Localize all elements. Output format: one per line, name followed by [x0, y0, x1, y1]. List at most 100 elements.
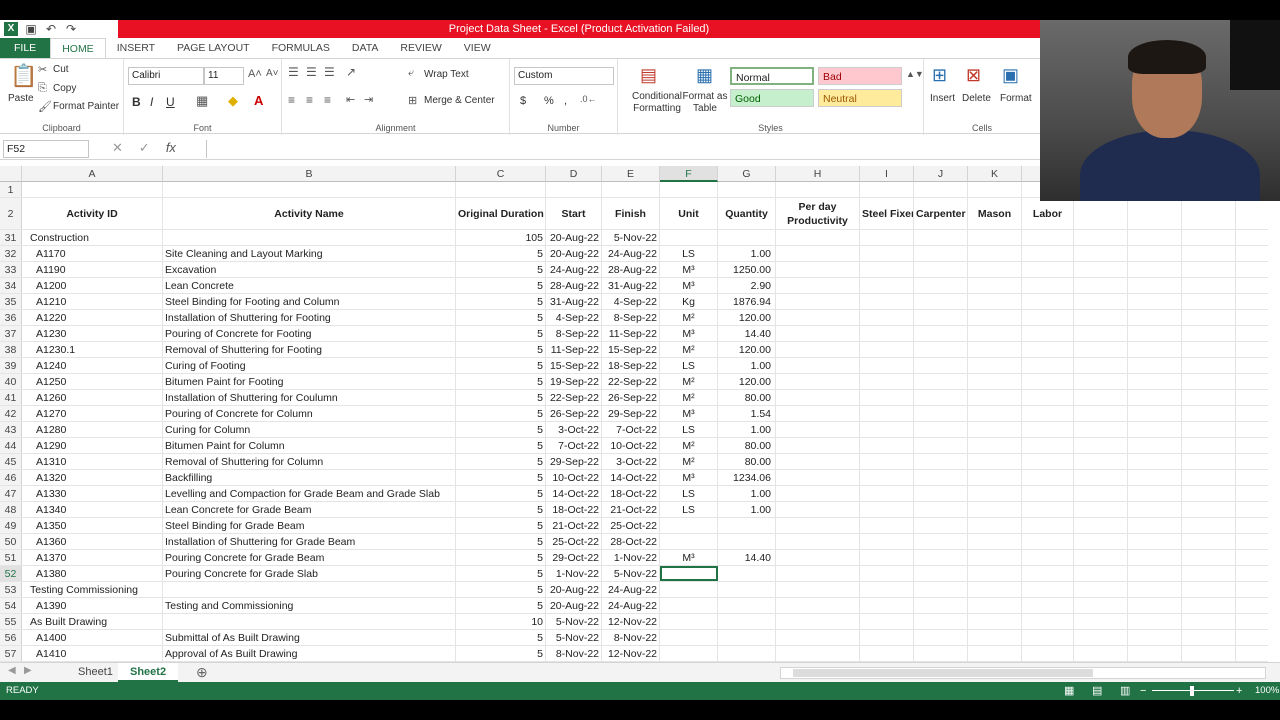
column-title[interactable]: Steel Fixer — [860, 198, 914, 229]
cell[interactable] — [968, 278, 1022, 293]
cell-qty[interactable]: 120.00 — [718, 310, 776, 325]
column-title[interactable]: Original Duration — [456, 198, 546, 229]
cell[interactable] — [1128, 390, 1182, 405]
cell-finish[interactable]: 10-Oct-22 — [602, 438, 660, 453]
cell[interactable] — [1128, 438, 1182, 453]
cell-start[interactable]: 22-Sep-22 — [546, 390, 602, 405]
column-header-k[interactable]: K — [968, 166, 1022, 182]
cell[interactable] — [776, 310, 860, 325]
cell-unit[interactable]: M² — [660, 438, 718, 453]
cell[interactable] — [1022, 310, 1074, 325]
cell[interactable] — [968, 294, 1022, 309]
column-header-d[interactable]: D — [546, 166, 602, 182]
cell[interactable] — [860, 230, 914, 245]
delete-button[interactable]: Delete — [962, 93, 991, 104]
cell[interactable] — [1074, 582, 1128, 597]
paste-button[interactable]: Paste — [8, 93, 34, 104]
cell-dur[interactable]: 10 — [456, 614, 546, 629]
cell[interactable] — [968, 358, 1022, 373]
cell[interactable] — [1128, 454, 1182, 469]
cell[interactable] — [1128, 646, 1182, 661]
cell-qty[interactable]: 1.00 — [718, 502, 776, 517]
cell[interactable] — [1182, 566, 1236, 581]
cell[interactable] — [1074, 310, 1128, 325]
cell-id[interactable]: As Built Drawing — [22, 614, 163, 629]
cell-id[interactable]: Testing Commissioning — [22, 582, 163, 597]
cell-id[interactable]: A1200 — [22, 278, 163, 293]
cell[interactable] — [1022, 326, 1074, 341]
row-header[interactable]: 35 — [0, 294, 22, 309]
cell[interactable] — [1182, 390, 1236, 405]
cell-name[interactable] — [163, 230, 456, 245]
column-title[interactable]: Activity Name — [163, 198, 456, 229]
cell[interactable] — [1074, 358, 1128, 373]
align-center-icon[interactable]: ≡ — [306, 93, 313, 107]
cell-start[interactable]: 28-Aug-22 — [546, 278, 602, 293]
tab-page-layout[interactable]: PAGE LAYOUT — [166, 38, 261, 58]
cell[interactable] — [1182, 550, 1236, 565]
row-header[interactable]: 50 — [0, 534, 22, 549]
cell[interactable] — [1074, 502, 1128, 517]
cell[interactable] — [1182, 646, 1236, 661]
number-format-select[interactable]: Custom — [514, 67, 614, 85]
conditional-formatting-button[interactable]: Conditional Formatting — [624, 91, 690, 115]
style-neutral[interactable]: Neutral — [818, 89, 902, 107]
cell-start[interactable]: 5-Nov-22 — [546, 614, 602, 629]
cell[interactable] — [1182, 582, 1236, 597]
cell-id[interactable]: A1210 — [22, 294, 163, 309]
styles-scroll-icon[interactable]: ▲▼ — [906, 69, 924, 79]
cell[interactable] — [968, 310, 1022, 325]
font-color-icon[interactable]: A — [254, 93, 263, 108]
cell-dur[interactable]: 5 — [456, 358, 546, 373]
cell-start[interactable]: 7-Oct-22 — [546, 438, 602, 453]
cell[interactable] — [1074, 438, 1128, 453]
column-header-c[interactable]: C — [456, 166, 546, 182]
cell[interactable] — [860, 246, 914, 261]
cell[interactable] — [1128, 470, 1182, 485]
shrink-font-icon[interactable]: A˅ — [266, 68, 279, 79]
cell-id[interactable]: A1410 — [22, 646, 163, 661]
style-bad[interactable]: Bad — [818, 67, 902, 85]
cell[interactable] — [1022, 566, 1074, 581]
cell[interactable] — [718, 182, 776, 197]
cell-dur[interactable]: 5 — [456, 534, 546, 549]
cell[interactable] — [1022, 342, 1074, 357]
cell[interactable] — [860, 614, 914, 629]
cell[interactable] — [1074, 470, 1128, 485]
cell[interactable] — [776, 598, 860, 613]
cell[interactable] — [1182, 310, 1236, 325]
cell-start[interactable]: 8-Sep-22 — [546, 326, 602, 341]
cell[interactable] — [776, 374, 860, 389]
cell[interactable] — [1074, 230, 1128, 245]
cell-finish[interactable]: 3-Oct-22 — [602, 454, 660, 469]
cell[interactable] — [1182, 278, 1236, 293]
cell-name[interactable]: Removal of Shuttering for Footing — [163, 342, 456, 357]
column-title[interactable] — [1074, 198, 1128, 229]
cell[interactable] — [1022, 582, 1074, 597]
cell-unit[interactable] — [660, 534, 718, 549]
cell-start[interactable]: 15-Sep-22 — [546, 358, 602, 373]
cell-name[interactable]: Backfilling — [163, 470, 456, 485]
cell-finish[interactable]: 12-Nov-22 — [602, 646, 660, 661]
cell[interactable] — [1022, 518, 1074, 533]
cell[interactable] — [968, 422, 1022, 437]
cell-id[interactable]: A1320 — [22, 470, 163, 485]
cell-start[interactable]: 14-Oct-22 — [546, 486, 602, 501]
cell-finish[interactable]: 31-Aug-22 — [602, 278, 660, 293]
cell-qty[interactable]: 80.00 — [718, 390, 776, 405]
cell-finish[interactable]: 29-Sep-22 — [602, 406, 660, 421]
cell-name[interactable]: Steel Binding for Footing and Column — [163, 294, 456, 309]
cell[interactable] — [1182, 342, 1236, 357]
cell[interactable] — [1128, 614, 1182, 629]
zoom-level[interactable]: 100% — [1255, 682, 1279, 700]
cell[interactable] — [860, 262, 914, 277]
column-header-f[interactable]: F — [660, 166, 718, 182]
cell[interactable] — [1022, 422, 1074, 437]
cell-qty[interactable] — [718, 630, 776, 645]
row-header[interactable]: 56 — [0, 630, 22, 645]
cell[interactable] — [776, 326, 860, 341]
cell-id[interactable]: A1190 — [22, 262, 163, 277]
cell[interactable] — [860, 342, 914, 357]
cell-unit[interactable]: M³ — [660, 262, 718, 277]
cell-name[interactable]: Pouring Concrete for Grade Slab — [163, 566, 456, 581]
